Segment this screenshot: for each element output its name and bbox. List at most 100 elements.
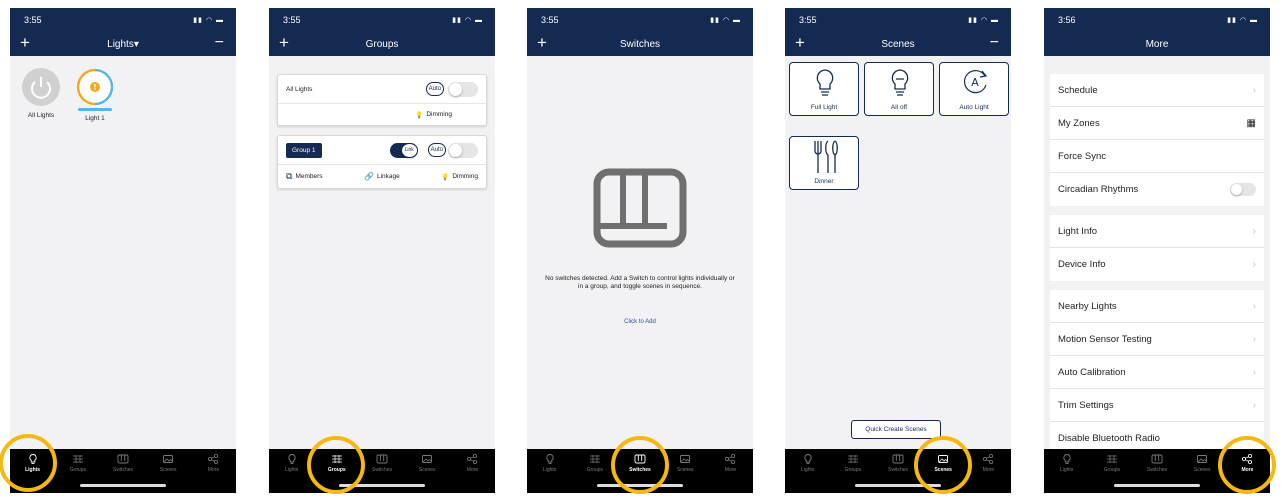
menu-item-force-sync[interactable]: Force Sync — [1050, 140, 1264, 173]
phone-groups-screen: 3:55 ▮▮ ◠ ▬ + Groups All Lights Auto 💡 Di… — [269, 8, 495, 493]
status-bar: 3:56 ▮▮ ◠ ▬ — [1044, 8, 1270, 32]
nav-bar: More — [1044, 32, 1270, 56]
page-title: Switches — [619, 38, 660, 50]
tab-lights[interactable]: Lights — [527, 453, 572, 479]
menu-item-circadian-rhythms: Circadian Rhythms — [1050, 173, 1264, 206]
chevron-right-icon: › — [1252, 399, 1256, 411]
chevron-right-icon: › — [1252, 300, 1256, 312]
tab-more[interactable]: More — [708, 453, 753, 479]
group-name-badge[interactable]: Group 1 — [286, 142, 322, 158]
menu-item-light-info[interactable]: Light Info › — [1050, 215, 1264, 248]
status-time: 3:56 — [1058, 15, 1076, 25]
tab-groups[interactable]: Groups — [830, 453, 875, 479]
tab-groups[interactable]: Groups — [1089, 453, 1134, 479]
add-icon[interactable]: + — [20, 33, 30, 53]
minus-icon[interactable]: − — [215, 34, 224, 52]
settings-group-1: Schedule › My Zones ▦ Force Sync Circadian… — [1050, 74, 1264, 206]
switch-placeholder-icon — [593, 168, 687, 248]
minus-icon[interactable]: − — [990, 34, 999, 52]
share-icon — [982, 453, 994, 465]
nav-bar: + Lights▾ − — [10, 32, 236, 56]
scene-auto-light[interactable]: A Auto Light — [939, 62, 1009, 116]
brightness-bar — [78, 108, 112, 111]
menu-item-nearby-lights[interactable]: Nearby Lights › — [1050, 290, 1264, 323]
image-icon — [679, 453, 691, 465]
tab-switches[interactable]: Switches — [100, 453, 145, 479]
menu-item-trim-settings[interactable]: Trim Settings › — [1050, 389, 1264, 422]
tab-switches[interactable]: Switches — [359, 453, 404, 479]
share-icon — [724, 453, 736, 465]
highlight-ring — [1218, 436, 1276, 494]
switch-icon — [892, 453, 904, 465]
tile-light-1[interactable]: Light 1 — [73, 68, 117, 122]
switch-icon — [117, 453, 129, 465]
tab-groups[interactable]: Groups — [55, 453, 100, 479]
tab-switches[interactable]: Switches — [1134, 453, 1179, 479]
chevron-right-icon: › — [1252, 366, 1256, 378]
signal-wifi-battery-icon: ▮▮ ◠ ▬ — [968, 17, 999, 24]
menu-item-motion-sensor-testing[interactable]: Motion Sensor Testing › — [1050, 323, 1264, 356]
home-indicator — [80, 484, 166, 487]
status-time: 3:55 — [283, 15, 301, 25]
add-icon[interactable]: + — [795, 33, 805, 53]
chevron-right-icon: › — [1252, 259, 1256, 270]
lights-title-dropdown[interactable]: Lights▾ — [107, 39, 139, 50]
link-toggle[interactable]: Link — [389, 142, 418, 158]
image-icon — [162, 453, 174, 465]
bulb-off-icon — [888, 67, 912, 101]
status-bar: 3:55 ▮▮ ◠ ▬ — [10, 8, 236, 32]
menu-item-device-info[interactable]: Device Info › — [1050, 248, 1264, 281]
add-icon[interactable]: + — [537, 33, 547, 53]
home-indicator — [1114, 484, 1200, 487]
grid-icon — [847, 453, 859, 465]
menu-item-auto-calibration[interactable]: Auto Calibration › — [1050, 356, 1264, 389]
circadian-toggle[interactable] — [1230, 183, 1256, 196]
group-card-all-lights: All Lights Auto 💡 Dimming — [277, 74, 487, 126]
tab-more[interactable]: More — [191, 453, 236, 479]
nav-bar: + Scenes − — [785, 32, 1011, 56]
qr-code-icon: ▦ — [1246, 117, 1256, 129]
group-toggle[interactable] — [448, 142, 478, 158]
nav-bar: + Groups — [269, 32, 495, 56]
tab-bar: Lights Groups Switches Scenes More — [269, 449, 495, 493]
bulb-icon — [544, 453, 556, 465]
status-time: 3:55 — [541, 15, 559, 25]
tab-more[interactable]: More — [966, 453, 1011, 479]
auto-button[interactable]: Auto — [425, 82, 444, 96]
tab-scenes[interactable]: Scenes — [405, 453, 450, 479]
signal-wifi-battery-icon: ▮▮ ◠ ▬ — [193, 17, 224, 24]
group-card-group-1: Group 1 Link Auto ⧉ Members 🔗 Linkage 💡 Dim… — [277, 135, 487, 189]
dimming-button[interactable]: 💡 Dimming — [441, 173, 478, 181]
svg-text:A: A — [971, 76, 979, 89]
quick-create-scenes-button[interactable]: Quick Create Scenes — [851, 420, 941, 439]
status-bar: 3:55 ▮▮ ◠ ▬ — [785, 8, 1011, 32]
scene-full-light[interactable]: Full Light — [789, 62, 859, 116]
highlight-ring — [914, 436, 972, 494]
add-icon[interactable]: + — [279, 33, 289, 53]
members-button[interactable]: ⧉ Members — [286, 171, 323, 182]
empty-state-message: No switches detected. Add a Switch to co… — [545, 275, 735, 291]
scene-all-off[interactable]: All off — [864, 62, 934, 116]
tile-all-lights[interactable]: All Lights — [19, 68, 63, 119]
tab-lights[interactable]: Lights — [1044, 453, 1089, 479]
tab-scenes[interactable]: Scenes — [146, 453, 191, 479]
bulb-icon — [286, 453, 298, 465]
status-bar: 3:55 ▮▮ ◠ ▬ — [527, 8, 753, 32]
scene-dinner[interactable]: Dinner — [789, 136, 859, 190]
nav-bar: + Switches — [527, 32, 753, 56]
dimming-button[interactable]: 💡 Dimming — [415, 111, 452, 119]
click-to-add-link[interactable]: Click to Add — [543, 319, 737, 327]
bulb-icon: 💡 — [415, 111, 424, 119]
auto-button[interactable]: Auto — [427, 143, 446, 157]
highlight-ring — [307, 436, 365, 494]
group-toggle[interactable] — [448, 81, 478, 97]
tab-lights[interactable]: Lights — [785, 453, 830, 479]
menu-item-my-zones[interactable]: My Zones ▦ — [1050, 107, 1264, 140]
bulb-icon — [813, 67, 837, 101]
highlight-ring — [0, 434, 57, 492]
menu-item-schedule[interactable]: Schedule › — [1050, 74, 1264, 107]
tab-scenes[interactable]: Scenes — [663, 453, 708, 479]
settings-group-2: Light Info › Device Info › — [1050, 215, 1264, 281]
linkage-button[interactable]: 🔗 Linkage — [364, 172, 400, 181]
tab-more[interactable]: More — [450, 453, 495, 479]
